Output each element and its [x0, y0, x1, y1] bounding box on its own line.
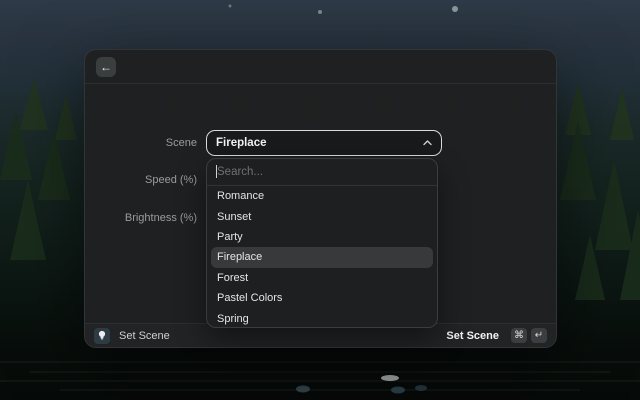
scene-label: Scene: [85, 137, 197, 149]
command-name: Set Scene: [119, 330, 170, 342]
scene-select-value: Fireplace: [216, 137, 422, 149]
dropdown-option-forest[interactable]: Forest: [211, 268, 433, 288]
return-key-icon: ↵: [531, 328, 547, 343]
command-key-icon: ⌘: [511, 328, 527, 343]
scene-dropdown-panel: Romance Sunset Party Fireplace Forest Pa…: [206, 158, 438, 328]
dropdown-search-row: [207, 159, 437, 185]
desktop-wallpaper: ← Scene Speed (%) Brightness (%) Firepla…: [0, 0, 640, 400]
speed-label: Speed (%): [85, 174, 197, 186]
set-scene-action-button[interactable]: Set Scene: [446, 330, 499, 342]
window-header: ←: [85, 50, 556, 84]
back-button[interactable]: ←: [96, 57, 116, 77]
dropdown-option-fireplace[interactable]: Fireplace: [211, 247, 433, 267]
lightbulb-icon: [94, 328, 110, 344]
dropdown-option-romance[interactable]: Romance: [211, 186, 433, 206]
brightness-label: Brightness (%): [85, 212, 197, 224]
dropdown-option-sunset[interactable]: Sunset: [211, 206, 433, 226]
dropdown-option-party[interactable]: Party: [211, 227, 433, 247]
search-input[interactable]: [207, 159, 437, 185]
arrow-left-icon: ←: [100, 60, 112, 74]
dropdown-option-spring[interactable]: Spring: [211, 308, 433, 328]
chevron-up-icon: [422, 138, 432, 148]
set-scene-window: ← Scene Speed (%) Brightness (%) Firepla…: [84, 49, 557, 348]
scene-select[interactable]: Fireplace: [206, 130, 442, 156]
text-caret: [216, 165, 217, 178]
dropdown-option-pastel-colors[interactable]: Pastel Colors: [211, 288, 433, 308]
